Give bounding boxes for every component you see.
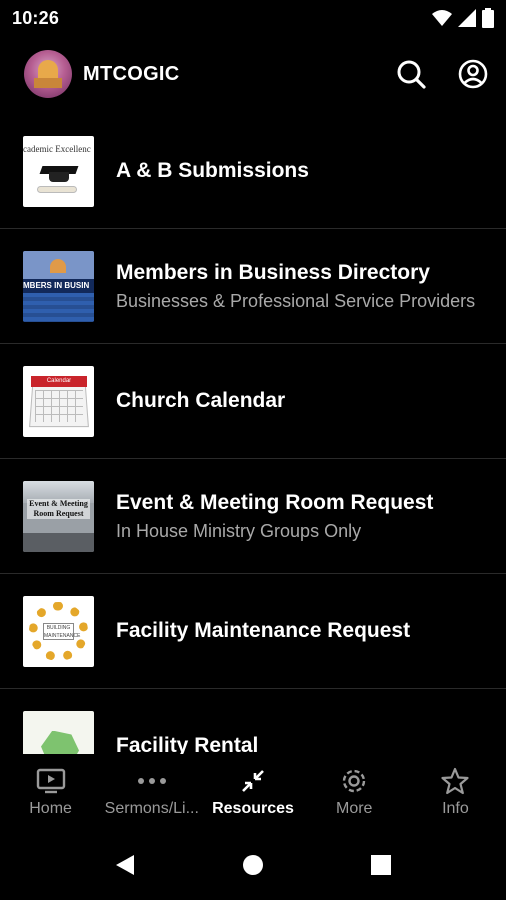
thumbnail-text: Calendar	[31, 375, 87, 387]
wifi-icon	[432, 10, 452, 26]
thumbnail-text: MBERS IN BUSIN	[23, 278, 94, 293]
item-thumbnail: BUILDING MAINTENANCE	[23, 595, 94, 667]
item-title: Facility Maintenance Request	[116, 619, 411, 642]
resources-list: cademic Excellenc A & B Submissions MBER…	[0, 114, 506, 754]
thumbnail-text: Event & Meeting Room Request	[27, 498, 90, 519]
item-thumbnail: Calendar	[23, 365, 94, 437]
item-title: Event & Meeting Room Request	[116, 490, 434, 514]
list-item[interactable]: cademic Excellenc A & B Submissions	[0, 114, 506, 229]
gear-icon	[343, 769, 366, 793]
list-item[interactable]: BUILDING MAINTENANCE Facility Maintenanc…	[0, 574, 506, 689]
app-actions	[394, 57, 490, 91]
status-bar: 10:26	[0, 0, 506, 36]
item-thumbnail: MBERS IN BUSIN	[23, 250, 94, 322]
tab-resources[interactable]: Resources	[202, 754, 303, 830]
recents-icon	[371, 855, 391, 875]
tab-label: Home	[29, 800, 72, 817]
account-button[interactable]	[456, 57, 490, 91]
search-icon	[397, 60, 426, 89]
home-button[interactable]	[189, 854, 317, 876]
tab-label: Resources	[212, 800, 294, 817]
tab-more[interactable]: More	[304, 754, 405, 830]
bottom-navigation: Home Sermons/Li... Resources More Info	[0, 754, 506, 830]
battery-icon	[482, 8, 494, 28]
church-logo[interactable]	[24, 50, 72, 98]
account-icon	[458, 59, 488, 89]
item-title: Members in Business Directory	[116, 260, 430, 284]
list-item[interactable]: Facility Rental	[0, 689, 506, 754]
back-icon	[116, 855, 134, 875]
resources-icon	[242, 770, 264, 792]
item-subtitle: In House Ministry Groups Only	[116, 520, 362, 541]
item-title: Church Calendar	[116, 389, 286, 412]
tab-label: More	[335, 800, 373, 817]
app-bar: MTCOGIC	[0, 44, 506, 104]
item-thumbnail: cademic Excellenc	[23, 135, 94, 207]
item-subtitle: Businesses & Professional Service Provid…	[116, 290, 476, 311]
list-item[interactable]: MBERS IN BUSIN Members in Business Direc…	[0, 229, 506, 344]
list-item[interactable]: Event & Meeting Room Request Event & Mee…	[0, 459, 506, 574]
system-navigation	[0, 830, 506, 900]
signal-icon	[458, 9, 476, 27]
app-title: MTCOGIC	[83, 62, 180, 85]
thumbnail-text: BUILDING MAINTENANCE	[43, 622, 81, 640]
star-icon	[441, 767, 470, 795]
status-icons	[432, 8, 494, 28]
item-thumbnail: Event & Meeting Room Request	[23, 480, 94, 552]
tab-label: Sermons/Li...	[104, 800, 199, 817]
home-circle-icon	[243, 855, 263, 875]
thumbnail-text: cademic Excellenc	[23, 143, 91, 154]
item-title: A & B Submissions	[116, 159, 309, 182]
item-title: Facility Rental	[116, 734, 259, 754]
tab-sermons[interactable]: Sermons/Li...	[101, 754, 202, 830]
tab-label: Info	[442, 800, 469, 817]
status-time: 10:26	[12, 7, 60, 28]
tab-info[interactable]: Info	[405, 754, 506, 830]
recents-button[interactable]	[317, 855, 445, 875]
search-button[interactable]	[394, 57, 428, 91]
more-horizontal-icon	[137, 778, 166, 784]
tv-icon	[36, 768, 65, 794]
list-item[interactable]: Calendar Church Calendar	[0, 344, 506, 459]
back-button[interactable]	[61, 853, 189, 877]
item-thumbnail	[23, 710, 94, 754]
tab-home[interactable]: Home	[0, 754, 101, 830]
